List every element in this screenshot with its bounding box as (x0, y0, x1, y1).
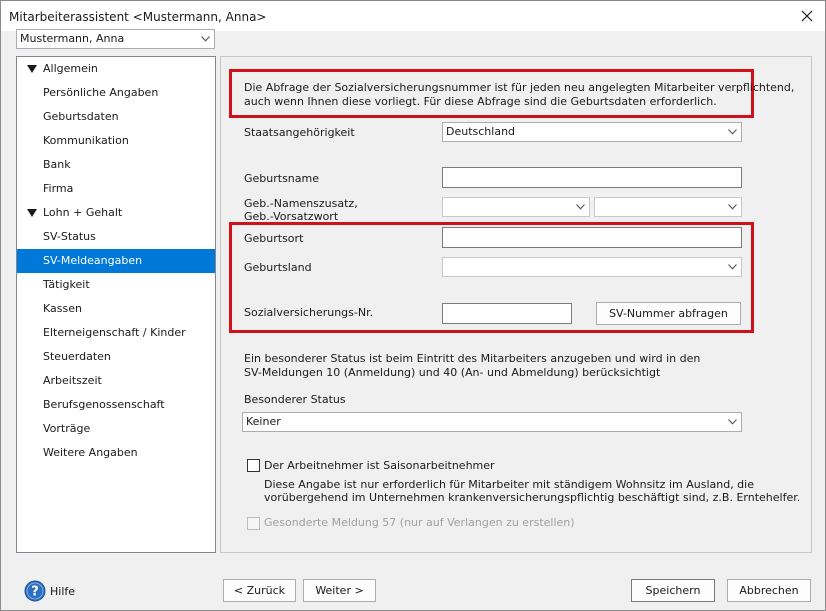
nav-item-label: Berufsgenossenschaft (43, 398, 165, 411)
status-info-line1: Ein besonderer Status ist beim Eintritt … (244, 352, 701, 365)
saison-hint-line2: vorübergehend im Unternehmen krankenvers… (264, 491, 801, 504)
geburtsland-select[interactable] (442, 257, 742, 277)
back-button[interactable]: < Zurück (223, 579, 296, 602)
nav-item-label: SV-Meldeangaben (43, 254, 143, 267)
chevron-down-icon (201, 36, 210, 42)
employee-select[interactable]: Mustermann, Anna (16, 29, 215, 49)
nav-item-label: Elterneigenschaft / Kinder (43, 326, 186, 339)
geburtsort-label: Geburtsort (244, 232, 304, 245)
nav-item-label: Kassen (43, 302, 82, 315)
nav-item-sv-meldeangaben[interactable]: SV-Meldeangaben (17, 249, 215, 273)
nav-item-label: Bank (43, 158, 71, 171)
chevron-down-icon (728, 204, 737, 210)
nav-item-label: Vorträge (43, 422, 91, 435)
nav-item-label: Tätigkeit (43, 278, 90, 291)
nav-item-label: Kommunikation (43, 134, 129, 147)
nav-item-label: Geburtsdaten (43, 110, 119, 123)
nav-item-weitere-angaben[interactable]: Weitere Angaben (17, 441, 215, 465)
info-text-line2: auch wenn Ihnen diese vorliegt. Für dies… (244, 95, 717, 108)
namenszusatz-label-line1: Geb.-Namenszusatz, (244, 197, 358, 210)
cancel-button[interactable]: Abbrechen (727, 579, 811, 602)
nav-group-allgemein[interactable]: Allgemein (17, 57, 215, 81)
staatsangehoerigkeit-value: Deutschland (446, 125, 516, 138)
window-title: Mitarbeiterassistent <Mustermann, Anna> (9, 10, 267, 24)
saisonarbeitnehmer-label[interactable]: Der Arbeitnehmer ist Saisonarbeitnehmer (264, 459, 495, 472)
nav-group-label: Allgemein (43, 62, 98, 75)
sv-nummer-abfragen-button[interactable]: SV-Nummer abfragen (596, 302, 741, 325)
nav-item-label: Firma (43, 182, 74, 195)
wizard-window: Mitarbeiterassistent <Mustermann, Anna> … (0, 0, 826, 611)
staatsangehoerigkeit-select[interactable]: Deutschland (442, 122, 742, 142)
next-button[interactable]: Weiter > (303, 579, 376, 602)
svg-text:?: ? (31, 585, 39, 600)
chevron-down-icon (728, 419, 737, 425)
besonderer-status-label: Besonderer Status (244, 393, 346, 406)
nav-item-label: Weitere Angaben (43, 446, 138, 459)
staatsangehoerigkeit-label: Staatsangehörigkeit (244, 126, 355, 139)
nav-item-persoenliche-angaben[interactable]: Persönliche Angaben (17, 81, 215, 105)
nav-item-label: Steuerdaten (43, 350, 111, 363)
besonderer-status-value: Keiner (246, 415, 281, 428)
nav-item-label: Arbeitszeit (43, 374, 102, 387)
vorsatzwort-select[interactable] (594, 197, 742, 217)
meldung57-checkbox[interactable] (247, 517, 260, 530)
geburtsland-label: Geburtsland (244, 261, 312, 274)
status-info-line2: SV-Meldungen 10 (Anmeldung) und 40 (An- … (244, 366, 661, 379)
nav-item-arbeitszeit[interactable]: Arbeitszeit (17, 369, 215, 393)
saisonarbeitnehmer-checkbox[interactable] (247, 459, 260, 472)
saison-hint-line1: Diese Angabe ist nur erforderlich für Mi… (264, 478, 754, 491)
nav-item-sv-status[interactable]: SV-Status (17, 225, 215, 249)
nav-item-berufsgenossenschaft[interactable]: Berufsgenossenschaft (17, 393, 215, 417)
besonderer-status-select[interactable]: Keiner (242, 412, 742, 432)
svnr-input[interactable] (442, 303, 572, 324)
nav-item-kassen[interactable]: Kassen (17, 297, 215, 321)
close-button[interactable] (789, 1, 825, 31)
nav-item-firma[interactable]: Firma (17, 177, 215, 201)
nav-group-lohn-gehalt[interactable]: Lohn + Gehalt (17, 201, 215, 225)
help-icon[interactable]: ? (24, 580, 46, 602)
nav-item-bank[interactable]: Bank (17, 153, 215, 177)
geburtsname-label: Geburtsname (244, 172, 320, 185)
geburtsname-input[interactable] (442, 167, 742, 188)
close-icon (801, 10, 813, 22)
geburtsort-input[interactable] (442, 227, 742, 248)
save-button[interactable]: Speichern (631, 579, 715, 602)
nav-item-vortraege[interactable]: Vorträge (17, 417, 215, 441)
chevron-down-icon (576, 204, 585, 210)
chevron-down-icon (728, 264, 737, 270)
nav-item-taetigkeit[interactable]: Tätigkeit (17, 273, 215, 297)
nav-item-elterneigenschaft-kinder[interactable]: Elterneigenschaft / Kinder (17, 321, 215, 345)
nav-group-label: Lohn + Gehalt (43, 206, 123, 219)
nav-item-label: Persönliche Angaben (43, 86, 159, 99)
nav-item-steuerdaten[interactable]: Steuerdaten (17, 345, 215, 369)
navigation-tree: Allgemein Persönliche Angaben Geburtsdat… (16, 56, 216, 553)
nav-item-label: SV-Status (43, 230, 96, 243)
nav-item-geburtsdaten[interactable]: Geburtsdaten (17, 105, 215, 129)
employee-select-value: Mustermann, Anna (20, 32, 125, 45)
triangle-down-icon (27, 209, 37, 217)
svnr-label: Sozialversicherungs-Nr. (244, 306, 374, 319)
nav-item-kommunikation[interactable]: Kommunikation (17, 129, 215, 153)
chevron-down-icon (728, 129, 737, 135)
triangle-down-icon (27, 65, 37, 73)
title-bar: Mitarbeiterassistent <Mustermann, Anna> (1, 1, 825, 31)
info-text-line1: Die Abfrage der Sozialversicherungsnumme… (244, 81, 795, 94)
namenszusatz-select[interactable] (442, 197, 590, 217)
help-label[interactable]: Hilfe (50, 585, 75, 598)
meldung57-label[interactable]: Gesonderte Meldung 57 (nur auf Verlangen… (264, 516, 575, 529)
